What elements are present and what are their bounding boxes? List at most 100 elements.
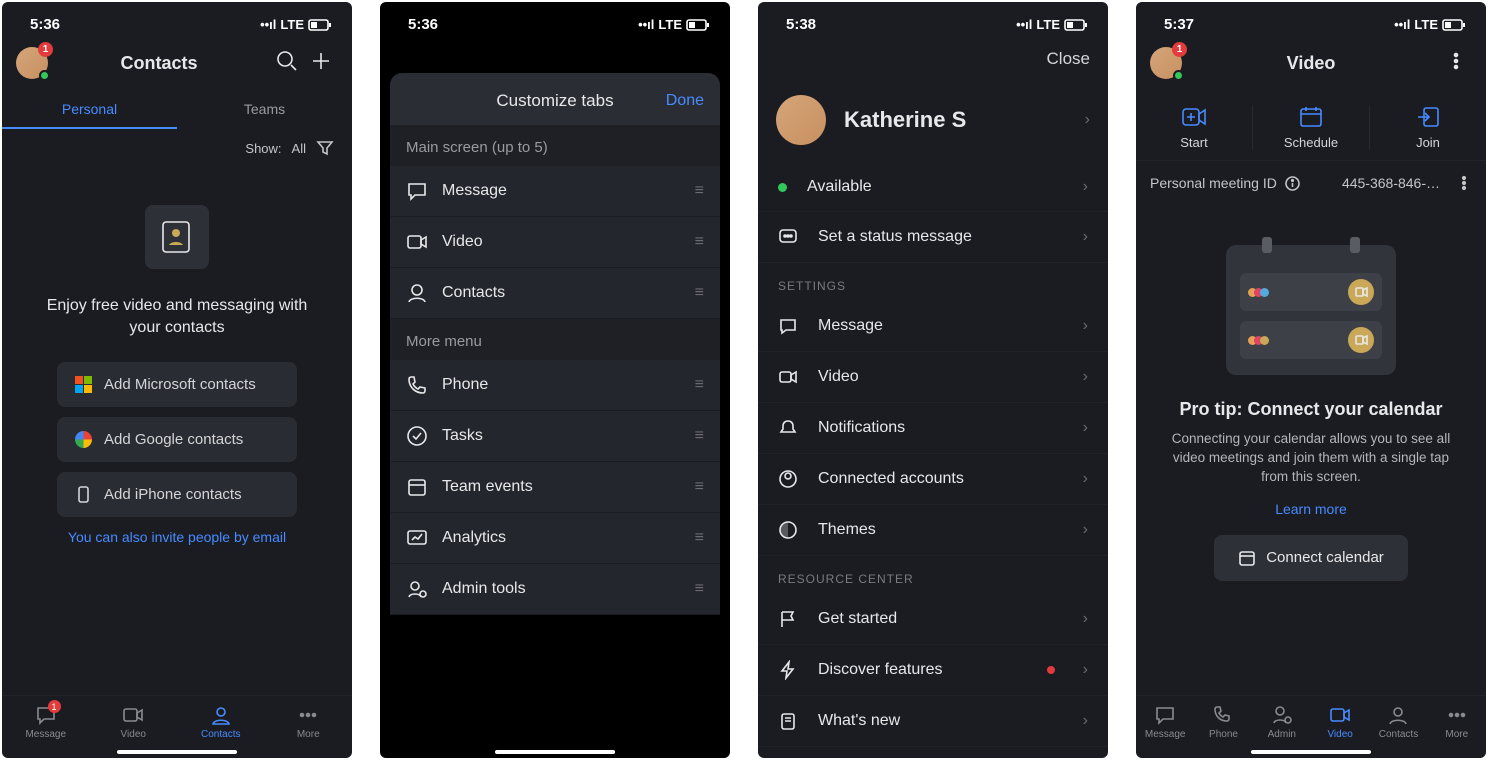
drag-handle-icon[interactable]: ≡ bbox=[695, 478, 704, 496]
nav-contacts[interactable]: Contacts bbox=[1369, 704, 1427, 740]
status-time: 5:38 bbox=[786, 16, 816, 33]
video-button-icon bbox=[1348, 279, 1374, 305]
pmi-label: Personal meeting ID bbox=[1150, 175, 1277, 191]
done-button[interactable]: Done bbox=[666, 92, 704, 110]
action-schedule[interactable]: Schedule bbox=[1253, 105, 1370, 150]
set-status-message[interactable]: Set a status message › bbox=[758, 212, 1108, 263]
tab-item-tasks[interactable]: Tasks ≡ bbox=[390, 411, 720, 462]
header: 1 Video bbox=[1136, 35, 1486, 91]
action-join[interactable]: Join bbox=[1370, 105, 1486, 150]
tab-item-message[interactable]: Message ≡ bbox=[390, 166, 720, 217]
section-settings: SETTINGS bbox=[758, 263, 1108, 301]
tab-item-analytics[interactable]: Analytics ≡ bbox=[390, 513, 720, 564]
close-button[interactable]: Close bbox=[1047, 49, 1090, 69]
status-time: 5:36 bbox=[30, 16, 60, 33]
nav-video[interactable]: Video bbox=[90, 704, 178, 740]
tab-item-contacts[interactable]: Contacts ≡ bbox=[390, 268, 720, 319]
admin-icon bbox=[1271, 704, 1293, 726]
connect-calendar-button[interactable]: Connect calendar bbox=[1214, 535, 1408, 581]
kebab-icon[interactable] bbox=[1456, 175, 1472, 191]
chevron-right-icon: › bbox=[1083, 521, 1088, 539]
signal-icon: ••ıl bbox=[1016, 17, 1032, 32]
more-icon bbox=[1446, 704, 1468, 726]
nav-admin[interactable]: Admin bbox=[1253, 704, 1311, 740]
settings-notifications[interactable]: Notifications› bbox=[758, 403, 1108, 454]
tab-item-admin-tools[interactable]: Admin tools ≡ bbox=[390, 564, 720, 615]
chevron-right-icon: › bbox=[1083, 228, 1088, 246]
screen-profile-settings: 5:38 ••ıl LTE Close Katherine S › Availa… bbox=[758, 2, 1108, 758]
add-button[interactable] bbox=[304, 44, 338, 83]
info-icon[interactable] bbox=[1285, 176, 1300, 191]
filter-value[interactable]: All bbox=[292, 141, 306, 156]
drag-handle-icon[interactable]: ≡ bbox=[695, 427, 704, 445]
drag-handle-icon[interactable]: ≡ bbox=[695, 233, 704, 251]
resource-discover-features[interactable]: Discover features › bbox=[758, 645, 1108, 696]
tab-item-video[interactable]: Video ≡ bbox=[390, 217, 720, 268]
plus-icon bbox=[310, 50, 332, 72]
drag-handle-icon[interactable]: ≡ bbox=[695, 284, 704, 302]
message-icon bbox=[778, 316, 798, 336]
contacts-icon bbox=[406, 282, 428, 304]
avatar[interactable]: 1 bbox=[1150, 47, 1182, 79]
flag-icon bbox=[778, 609, 798, 629]
home-indicator[interactable] bbox=[117, 750, 237, 754]
more-options-button[interactable] bbox=[1440, 45, 1472, 82]
avatar[interactable]: 1 bbox=[16, 47, 48, 79]
nav-more[interactable]: More bbox=[1428, 704, 1486, 740]
google-icon bbox=[75, 431, 92, 448]
status-available[interactable]: Available › bbox=[758, 163, 1108, 212]
chevron-right-icon: › bbox=[1083, 712, 1088, 730]
search-button[interactable] bbox=[270, 44, 304, 83]
action-start[interactable]: Start bbox=[1136, 105, 1253, 150]
filter-icon[interactable] bbox=[316, 139, 334, 157]
nav-more[interactable]: More bbox=[265, 704, 353, 740]
drag-handle-icon[interactable]: ≡ bbox=[695, 376, 704, 394]
profile-row[interactable]: Katherine S › bbox=[758, 83, 1108, 163]
status-bar: 5:36 ••ıl LTE bbox=[380, 2, 730, 35]
tab-item-phone[interactable]: Phone ≡ bbox=[390, 360, 720, 411]
resource-get-started[interactable]: Get started› bbox=[758, 594, 1108, 645]
nav-phone[interactable]: Phone bbox=[1194, 704, 1252, 740]
phone-icon bbox=[1212, 704, 1234, 726]
screen-contacts: 5:36 ••ıl LTE 1 Contacts Personal Teams … bbox=[2, 2, 352, 758]
add-microsoft-button[interactable]: Add Microsoft contacts bbox=[57, 362, 297, 407]
settings-connected-accounts[interactable]: Connected accounts› bbox=[758, 454, 1108, 505]
add-iphone-button[interactable]: Add iPhone contacts bbox=[57, 472, 297, 517]
video-icon bbox=[1329, 704, 1351, 726]
status-time: 5:37 bbox=[1164, 16, 1194, 33]
nav-contacts[interactable]: Contacts bbox=[177, 704, 265, 740]
nav-message[interactable]: Message bbox=[1136, 704, 1194, 740]
tab-teams[interactable]: Teams bbox=[177, 91, 352, 129]
invite-email-link[interactable]: You can also invite people by email bbox=[30, 529, 324, 545]
resource-whats-new[interactable]: What's new› bbox=[758, 696, 1108, 747]
empty-text: Enjoy free video and messaging with your… bbox=[30, 295, 324, 340]
home-indicator[interactable] bbox=[495, 750, 615, 754]
address-book-icon bbox=[159, 219, 195, 255]
document-icon bbox=[778, 711, 798, 731]
drag-handle-icon[interactable]: ≡ bbox=[695, 182, 704, 200]
learn-more-link[interactable]: Learn more bbox=[1158, 501, 1464, 517]
settings-video[interactable]: Video› bbox=[758, 352, 1108, 403]
settings-themes[interactable]: Themes› bbox=[758, 505, 1108, 556]
tab-personal[interactable]: Personal bbox=[2, 91, 177, 129]
more-icon bbox=[297, 704, 319, 726]
status-bar: 5:38 ••ıl LTE bbox=[758, 2, 1108, 35]
video-icon bbox=[406, 231, 428, 253]
settings-message[interactable]: Message› bbox=[758, 301, 1108, 352]
tab-item-team-events[interactable]: Team events ≡ bbox=[390, 462, 720, 513]
battery-icon bbox=[1064, 19, 1088, 31]
page-title: Video bbox=[1182, 53, 1440, 74]
add-google-button[interactable]: Add Google contacts bbox=[57, 417, 297, 462]
header: 1 Contacts bbox=[2, 35, 352, 91]
personal-meeting-id-row[interactable]: Personal meeting ID 445-368-846-… bbox=[1136, 161, 1486, 205]
drag-handle-icon[interactable]: ≡ bbox=[695, 529, 704, 547]
resource-help[interactable]: Help› bbox=[758, 747, 1108, 758]
calendar-icon bbox=[406, 476, 428, 498]
lightning-icon bbox=[778, 660, 798, 680]
status-icons: ••ıl LTE bbox=[638, 17, 710, 32]
drag-handle-icon[interactable]: ≡ bbox=[695, 580, 704, 598]
calendar-icon bbox=[1238, 549, 1256, 567]
home-indicator[interactable] bbox=[1251, 750, 1371, 754]
nav-message[interactable]: 1 Message bbox=[2, 704, 90, 740]
nav-video[interactable]: Video bbox=[1311, 704, 1369, 740]
